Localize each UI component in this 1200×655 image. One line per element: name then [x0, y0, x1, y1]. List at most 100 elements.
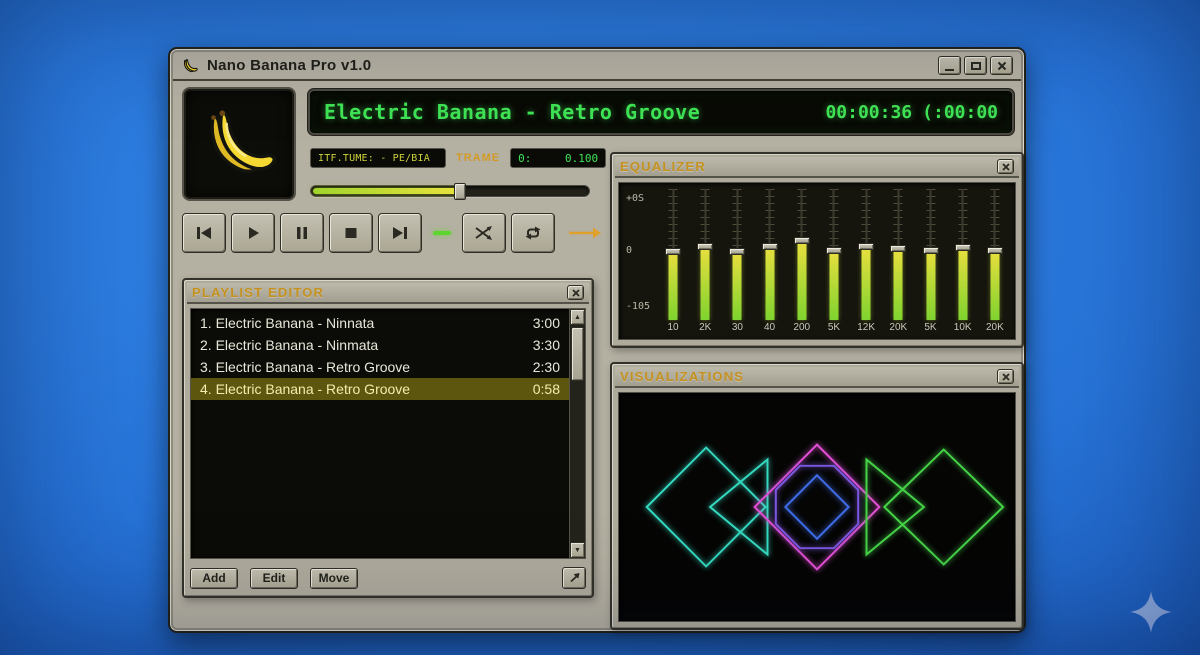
seek-progress	[313, 188, 459, 194]
scroll-track[interactable]	[570, 325, 585, 542]
minimize-button[interactable]	[938, 56, 961, 75]
visualizations-titlebar[interactable]: VISUALIZATIONS	[615, 367, 1019, 388]
eq-slider[interactable]	[826, 189, 842, 320]
eq-handle[interactable]	[890, 245, 906, 252]
eq-band: 200	[790, 189, 814, 335]
eq-slider[interactable]	[665, 189, 681, 320]
close-icon	[997, 61, 1007, 71]
eq-slider[interactable]	[890, 189, 906, 320]
track-label: 1. Electric Banana - Ninnata	[200, 315, 374, 331]
playlist-row[interactable]: 1. Electric Banana - Ninnata 3:00	[191, 312, 569, 334]
eq-slider[interactable]	[794, 189, 810, 320]
stop-button[interactable]	[329, 213, 373, 253]
status-led	[433, 231, 451, 235]
eq-slider[interactable]	[729, 189, 745, 320]
eq-band-label: 200	[793, 322, 810, 335]
eq-fill	[765, 247, 774, 320]
eq-band: 20K	[886, 189, 910, 335]
playlist-scrollbar[interactable]: ▲ ▼	[569, 309, 585, 558]
visualizations-title: VISUALIZATIONS	[620, 369, 744, 384]
eq-handle[interactable]	[697, 243, 713, 250]
eq-handle[interactable]	[794, 237, 810, 244]
eq-slider[interactable]	[955, 189, 971, 320]
eq-scale-top: +0S	[626, 193, 644, 204]
close-button[interactable]	[990, 56, 1013, 75]
playlist-footer: Add Edit Move	[190, 566, 586, 590]
sparkle-logo	[1128, 589, 1174, 635]
playlist-close-button[interactable]	[567, 285, 584, 300]
visualization-canvas	[618, 392, 1016, 622]
titlebar[interactable]: Nano Banana Pro v1.0	[173, 52, 1021, 81]
scroll-up-button[interactable]: ▲	[570, 309, 585, 325]
album-art	[182, 87, 296, 201]
playlist-titlebar[interactable]: PLAYLIST EDITOR	[187, 283, 589, 304]
next-icon	[391, 225, 409, 241]
stop-icon	[342, 225, 360, 241]
track-duration: 3:00	[525, 315, 560, 331]
repeat-button[interactable]	[511, 213, 555, 253]
add-button[interactable]: Add	[190, 568, 238, 589]
eq-slider[interactable]	[762, 189, 778, 320]
status-info-text: ITF.TUME: - PE/BIA	[318, 153, 430, 164]
scroll-thumb[interactable]	[571, 327, 584, 381]
equalizer-close-button[interactable]	[997, 159, 1014, 174]
banana-logo-icon	[195, 100, 283, 188]
track-label: 3. Electric Banana - Retro Groove	[200, 359, 410, 375]
scroll-down-button[interactable]: ▼	[570, 542, 585, 558]
app-banana-icon	[181, 57, 199, 75]
eq-handle[interactable]	[826, 247, 842, 254]
eq-slider[interactable]	[858, 189, 874, 320]
arrow-icon	[568, 226, 602, 240]
eq-handle[interactable]	[665, 248, 681, 255]
eq-slider[interactable]	[987, 189, 1003, 320]
frame-prefix: 0:	[518, 152, 531, 165]
eq-handle[interactable]	[955, 244, 971, 251]
track-label: 4. Electric Banana - Retro Groove	[200, 381, 410, 397]
track-duration: 2:30	[525, 359, 560, 375]
eq-handle[interactable]	[858, 243, 874, 250]
time-current: 00:00:36	[825, 102, 912, 123]
resize-icon	[568, 572, 581, 584]
eq-handle[interactable]	[729, 248, 745, 255]
eq-fill	[701, 247, 710, 320]
viz-shape-green	[867, 450, 1004, 565]
eq-fill	[862, 247, 871, 320]
seek-handle[interactable]	[454, 183, 466, 200]
eq-scale-mid: 0	[626, 245, 632, 256]
repeat-icon	[524, 225, 542, 241]
eq-band: 5K	[919, 189, 943, 335]
edit-button[interactable]: Edit	[250, 568, 298, 589]
frame-value-box: 0: 0.100	[510, 148, 606, 168]
eq-band-label: 12K	[857, 322, 875, 335]
eq-slider[interactable]	[697, 189, 713, 320]
previous-icon	[195, 225, 213, 241]
play-button[interactable]	[231, 213, 275, 253]
equalizer-panel: EQUALIZER +0S 0 -105 102K30402005K12K20K…	[610, 152, 1024, 348]
maximize-icon	[971, 62, 981, 70]
playlist-row[interactable]: 2. Electric Banana - Ninmata3:30	[191, 334, 569, 356]
eq-fill	[669, 252, 678, 320]
playlist-row[interactable]: 3. Electric Banana - Retro Groove 2:30	[191, 356, 569, 378]
pause-icon	[293, 225, 311, 241]
viz-shape-center	[755, 445, 880, 570]
previous-button[interactable]	[182, 213, 226, 253]
maximize-button[interactable]	[964, 56, 987, 75]
eq-band: 12K	[854, 189, 878, 335]
eq-band-label: 10K	[954, 322, 972, 335]
shuffle-button[interactable]	[462, 213, 506, 253]
eq-handle[interactable]	[987, 247, 1003, 254]
playlist-row[interactable]: 4. Electric Banana - Retro Groove0:58	[191, 378, 569, 400]
visualizations-close-button[interactable]	[997, 369, 1014, 384]
eq-handle[interactable]	[923, 247, 939, 254]
move-button[interactable]: Move	[310, 568, 358, 589]
eq-band: 10	[661, 189, 685, 335]
eq-band-label: 20K	[889, 322, 907, 335]
seek-bar[interactable]	[310, 185, 590, 197]
next-button[interactable]	[378, 213, 422, 253]
eq-handle[interactable]	[762, 243, 778, 250]
frame-value: 0.100	[565, 152, 598, 165]
resize-grip[interactable]	[562, 567, 586, 589]
equalizer-titlebar[interactable]: EQUALIZER	[615, 157, 1019, 178]
eq-slider[interactable]	[923, 189, 939, 320]
pause-button[interactable]	[280, 213, 324, 253]
